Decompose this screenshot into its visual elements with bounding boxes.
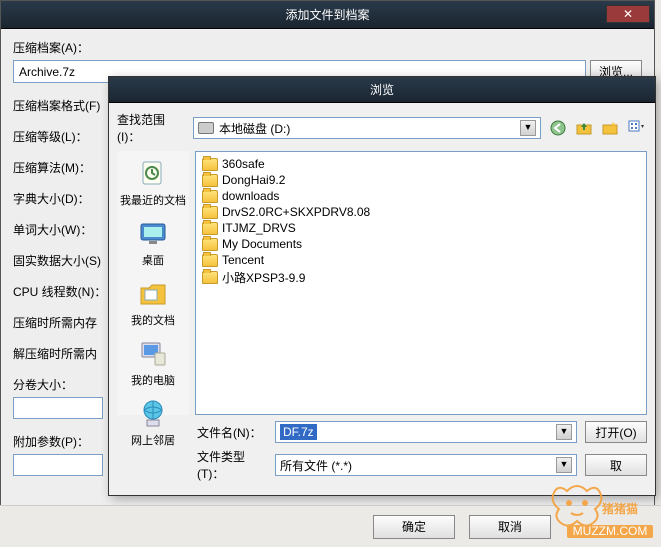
view-menu-icon[interactable] — [625, 118, 647, 138]
up-folder-icon[interactable] — [573, 118, 595, 138]
folder-icon — [202, 271, 218, 284]
computer-icon — [137, 338, 169, 370]
lookin-combo[interactable]: 本地磁盘 (D:) ▼ — [193, 117, 541, 139]
chevron-down-icon[interactable]: ▼ — [556, 424, 572, 440]
filetype-combo[interactable]: 所有文件 (*.*) ▼ — [275, 454, 577, 476]
filetype-label: 文件类型(T)： — [197, 448, 267, 482]
filename-label: 文件名(N)： — [197, 424, 267, 441]
list-item[interactable]: My Documents — [200, 236, 642, 252]
list-item[interactable]: Tencent — [200, 252, 642, 268]
places-bar: 我最近的文档 桌面 我的文档 我的电脑 网上邻居 — [117, 151, 189, 415]
disk-icon — [198, 122, 214, 134]
documents-icon — [137, 278, 169, 310]
list-item[interactable]: DrvS2.0RC+SKXPDRV8.08 — [200, 204, 642, 220]
folder-icon — [202, 238, 218, 251]
place-desktop[interactable]: 桌面 — [134, 215, 172, 271]
place-computer[interactable]: 我的电脑 — [128, 335, 178, 391]
params-input[interactable] — [13, 454, 103, 476]
list-item[interactable]: downloads — [200, 188, 642, 204]
list-item[interactable]: ITJMZ_DRVS — [200, 220, 642, 236]
folder-icon — [202, 254, 218, 267]
footer-bar: 确定 取消 — [0, 505, 661, 547]
filetype-value: 所有文件 (*.*) — [280, 457, 352, 474]
archive-label: 压缩档案(A)： — [13, 39, 642, 56]
list-item[interactable]: 360safe — [200, 156, 642, 172]
new-folder-icon[interactable] — [599, 118, 621, 138]
folder-icon — [202, 174, 218, 187]
list-item[interactable]: DongHai9.2 — [200, 172, 642, 188]
chevron-down-icon[interactable]: ▼ — [556, 457, 572, 473]
folder-icon — [202, 158, 218, 171]
split-size-input[interactable] — [13, 397, 103, 419]
lookin-value: 本地磁盘 (D:) — [219, 120, 290, 137]
recent-docs-icon — [137, 158, 169, 190]
place-recent[interactable]: 我最近的文档 — [117, 155, 189, 211]
filename-value: DF.7z — [280, 424, 317, 440]
browse-dialog: 浏览 查找范围(I)： 本地磁盘 (D:) ▼ 我最近的文档 — [108, 76, 656, 496]
filename-combo[interactable]: DF.7z ▼ — [275, 421, 577, 443]
desktop-icon — [137, 218, 169, 250]
open-button[interactable]: 打开(O) — [585, 421, 647, 443]
list-item[interactable]: 小路XPSP3-9.9 — [200, 268, 642, 287]
browse-title: 浏览 — [370, 81, 394, 98]
parent-titlebar: 添加文件到档案 ✕ — [1, 1, 654, 29]
file-list[interactable]: 360safe DongHai9.2 downloads DrvS2.0RC+S… — [195, 151, 647, 415]
browse-titlebar: 浏览 — [109, 77, 655, 103]
chevron-down-icon[interactable]: ▼ — [520, 120, 536, 136]
parent-close-button[interactable]: ✕ — [606, 5, 650, 23]
parent-title: 添加文件到档案 — [285, 6, 369, 23]
place-mydocs[interactable]: 我的文档 — [128, 275, 178, 331]
lookin-label: 查找范围(I)： — [117, 111, 187, 145]
cancel-button[interactable]: 取消 — [469, 515, 551, 539]
cancel-open-button[interactable]: 取 — [585, 454, 647, 476]
folder-icon — [202, 206, 218, 219]
ok-button[interactable]: 确定 — [373, 515, 455, 539]
back-icon[interactable] — [547, 118, 569, 138]
folder-icon — [202, 190, 218, 203]
folder-icon — [202, 222, 218, 235]
